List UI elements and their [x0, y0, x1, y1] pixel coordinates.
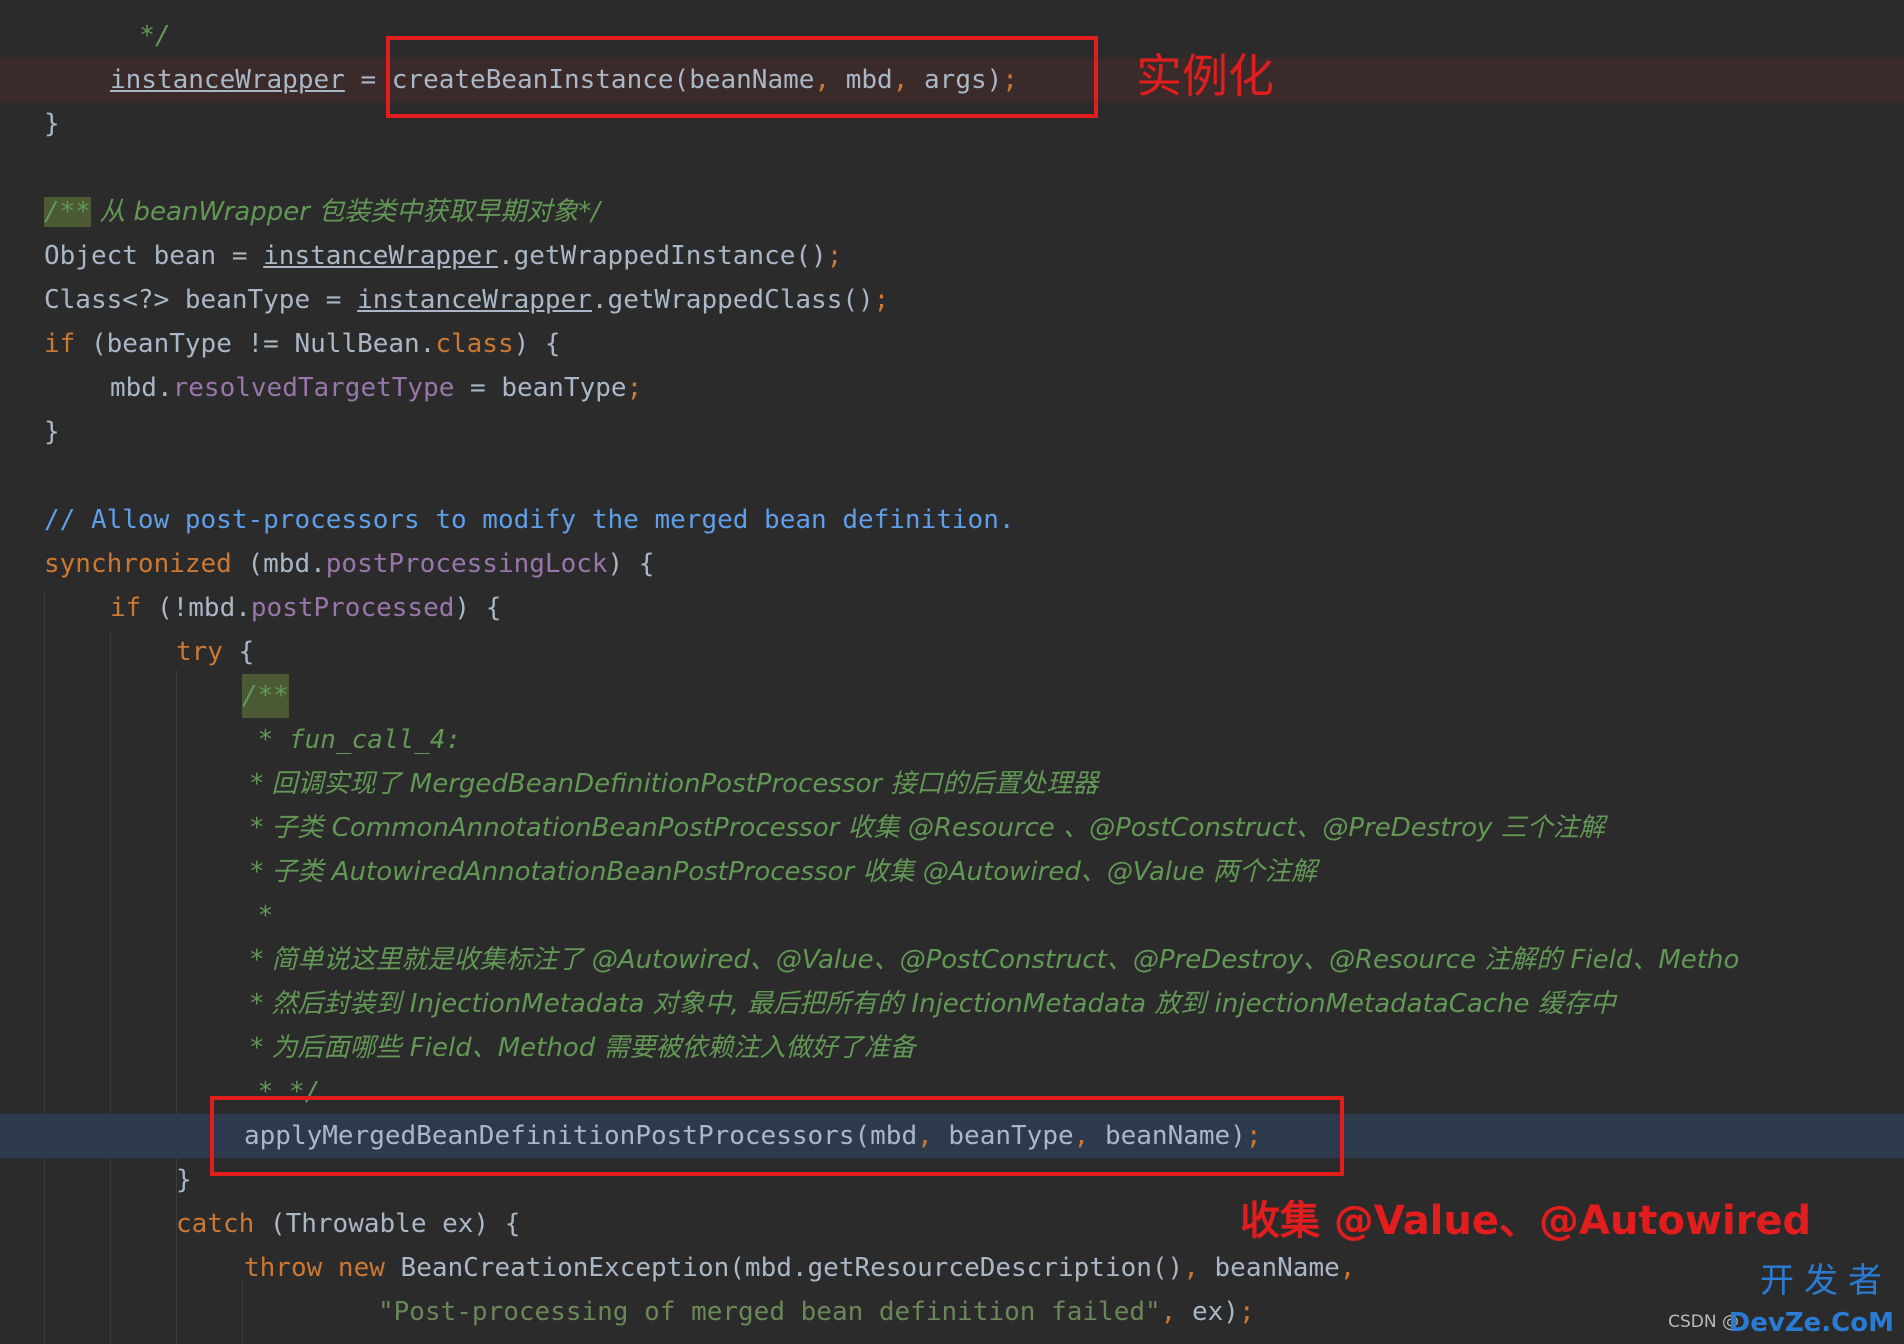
doc-comment-line: *	[242, 901, 274, 931]
comma: ,	[1339, 1253, 1356, 1283]
variable[interactable]: instanceWrapper	[357, 285, 592, 315]
argument: beanName	[1214, 1253, 1340, 1283]
doc-comment-line: * 简单说这里就是收集标注了 @Autowired、@Value、@PostCo…	[242, 945, 1740, 975]
code-line-content: mbd.resolvedTargetType = beanType;	[110, 366, 642, 410]
code-line-content: throw new BeanCreationException(mbd.getR…	[244, 1246, 1355, 1290]
code-line: if (beanType != NullBean.class) {	[0, 322, 1904, 366]
keyword: if	[110, 593, 142, 623]
code-line-content: synchronized (mbd.postProcessingLock) {	[44, 542, 655, 586]
comma: ,	[1160, 1297, 1192, 1327]
code-line-content: catch (Throwable ex) {	[176, 1202, 520, 1246]
semicolon: ;	[1238, 1297, 1255, 1327]
comma: ,	[1183, 1253, 1215, 1283]
doc-comment-line: * 子类 AutowiredAnnotationBeanPostProcesso…	[242, 857, 1317, 887]
doc-comment-open: /**	[242, 674, 289, 718]
doc-comment-line: * 回调实现了 MergedBeanDefinitionPostProcesso…	[242, 769, 1099, 799]
keyword: synchronized	[44, 549, 232, 579]
code-line: * 回调实现了 MergedBeanDefinitionPostProcesso…	[0, 762, 1904, 806]
highlight-box-collect	[210, 1096, 1344, 1176]
code-line: /**	[0, 674, 1904, 718]
code-line-content: if (beanType != NullBean.class) {	[44, 322, 561, 366]
operator: =	[344, 65, 392, 95]
brace: {	[222, 637, 255, 667]
semicolon: ;	[826, 241, 843, 271]
argument: ex)	[1191, 1297, 1239, 1327]
doc-comment: /** 从 beanWrapper 包装类中获取早期对象*/	[44, 190, 600, 234]
highlight-box-instantiate	[386, 36, 1098, 118]
code-line: mbd.resolvedTargetType = beanType;	[0, 366, 1904, 410]
closing-brace: }	[44, 417, 60, 447]
keyword: throw new	[244, 1253, 385, 1283]
closing-brace: }	[176, 1165, 192, 1195]
doc-comment-text: 从 beanWrapper 包装类中获取早期对象*/	[90, 197, 601, 227]
semicolon: ;	[626, 373, 643, 403]
code-line: try {	[0, 630, 1904, 674]
code-line: Object bean = instanceWrapper.getWrapped…	[0, 234, 1904, 278]
keyword: try	[176, 637, 223, 667]
comment-close: */	[108, 21, 171, 51]
brace: ) {	[454, 593, 502, 623]
code-line: * 简单说这里就是收集标注了 @Autowired、@Value、@PostCo…	[0, 938, 1904, 982]
catch-clause: (Throwable ex) {	[254, 1209, 521, 1239]
code-line: }	[0, 410, 1904, 454]
field[interactable]: postProcessed	[251, 593, 455, 623]
code-line-content: try {	[176, 630, 254, 674]
method-call[interactable]: .getWrappedClass()	[592, 285, 874, 315]
object-ref: mbd.	[110, 373, 173, 403]
code-line-content: Class<?> beanType = instanceWrapper.getW…	[44, 278, 889, 322]
devze-watermark-cn: 开发者	[1760, 1261, 1892, 1301]
code-line: * fun_call_4:	[0, 718, 1904, 762]
variable[interactable]: instanceWrapper	[110, 65, 345, 95]
object-ref: (mbd.	[231, 549, 326, 579]
code-line: throw new BeanCreationException(mbd.getR…	[0, 1246, 1904, 1290]
brace: ) {	[607, 549, 655, 579]
condition: (beanType != NullBean.	[75, 329, 436, 359]
code-line: // Allow post-processors to modify the m…	[0, 498, 1904, 542]
doc-comment-open: /**	[44, 197, 91, 227]
code-line: if (!mbd.postProcessed) {	[0, 586, 1904, 630]
line-comment: // Allow post-processors to modify the m…	[44, 505, 1015, 535]
method-call[interactable]: .getWrappedInstance()	[498, 241, 827, 271]
code-line-content: Object bean = instanceWrapper.getWrapped…	[44, 234, 842, 278]
string-literal: "Post-processing of merged bean definiti…	[378, 1297, 1161, 1327]
declaration: Class<?> beanType =	[44, 285, 358, 315]
declaration: Object bean =	[44, 241, 264, 271]
devze-watermark-en: DevZe.CoM	[1728, 1308, 1894, 1338]
object-ref: (!mbd.	[141, 593, 251, 623]
variable[interactable]: instanceWrapper	[263, 241, 498, 271]
annotation-collect: 收集 @Value、@Autowired	[1240, 1198, 1812, 1244]
code-line: Class<?> beanType = instanceWrapper.getW…	[0, 278, 1904, 322]
annotation-instantiate: 实例化	[1136, 49, 1274, 103]
assignment: = beanType	[454, 373, 627, 403]
code-line: "Post-processing of merged bean definiti…	[0, 1290, 1904, 1334]
doc-comment-line: * 然后封装到 InjectionMetadata 对象中, 最后把所有的 In…	[242, 989, 1616, 1019]
semicolon: ;	[873, 285, 890, 315]
doc-comment-line: * 子类 CommonAnnotationBeanPostProcessor 收…	[242, 813, 1605, 843]
closing-brace: }	[44, 109, 60, 139]
code-line: synchronized (mbd.postProcessingLock) {	[0, 542, 1904, 586]
keyword: if	[44, 329, 76, 359]
code-line: * 子类 CommonAnnotationBeanPostProcessor 收…	[0, 806, 1904, 850]
code-line-content: if (!mbd.postProcessed) {	[110, 586, 501, 630]
code-line-content: "Post-processing of merged bean definiti…	[378, 1290, 1255, 1334]
brace: ) {	[513, 329, 561, 359]
code-line: * 子类 AutowiredAnnotationBeanPostProcesso…	[0, 850, 1904, 894]
code-line: * 然后封装到 InjectionMetadata 对象中, 最后把所有的 In…	[0, 982, 1904, 1026]
doc-comment-line: * fun_call_4:	[242, 725, 462, 755]
keyword: class	[435, 329, 514, 359]
code-line: *	[0, 894, 1904, 938]
field[interactable]: postProcessingLock	[326, 549, 608, 579]
code-line: * 为后面哪些 Field、Method 需要被依赖注入做好了准备	[0, 1026, 1904, 1070]
doc-comment-line: * 为后面哪些 Field、Method 需要被依赖注入做好了准备	[242, 1033, 916, 1063]
constructor-call[interactable]: BeanCreationException(mbd.getResourceDes…	[385, 1253, 1184, 1283]
field[interactable]: resolvedTargetType	[173, 373, 455, 403]
keyword: catch	[176, 1209, 255, 1239]
code-line: /** 从 beanWrapper 包装类中获取早期对象*/	[0, 190, 1904, 234]
code-editor[interactable]: */ instanceWrapper = createBeanInstance(…	[0, 0, 1904, 1344]
